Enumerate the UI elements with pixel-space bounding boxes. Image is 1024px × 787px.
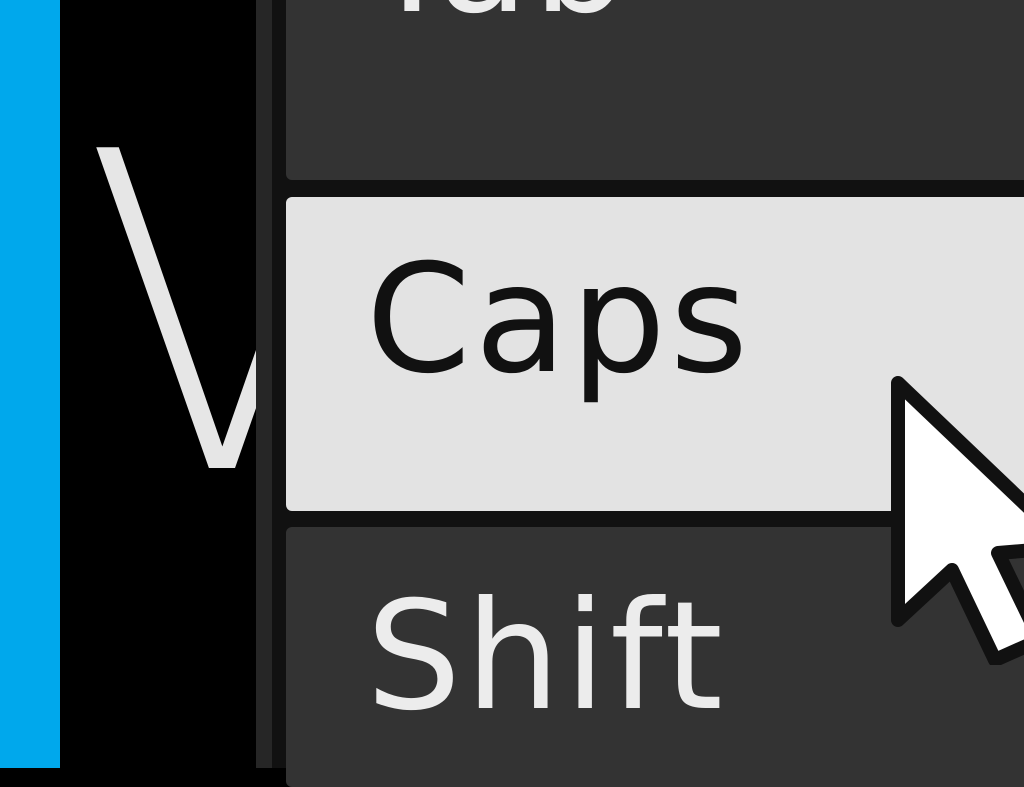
accent-strip [0, 0, 60, 768]
key-preview-clip: V [60, 0, 270, 768]
key-item-label: Shift [366, 570, 727, 744]
panel-divider [256, 0, 272, 768]
mouse-pointer-icon [891, 376, 1024, 665]
key-item-tab[interactable]: Tab [286, 0, 1024, 180]
key-preview-letter: V [84, 96, 270, 536]
key-item-label: Caps [366, 233, 753, 407]
panel-divider-gap [272, 0, 286, 768]
key-item-label: Tab [366, 0, 632, 35]
